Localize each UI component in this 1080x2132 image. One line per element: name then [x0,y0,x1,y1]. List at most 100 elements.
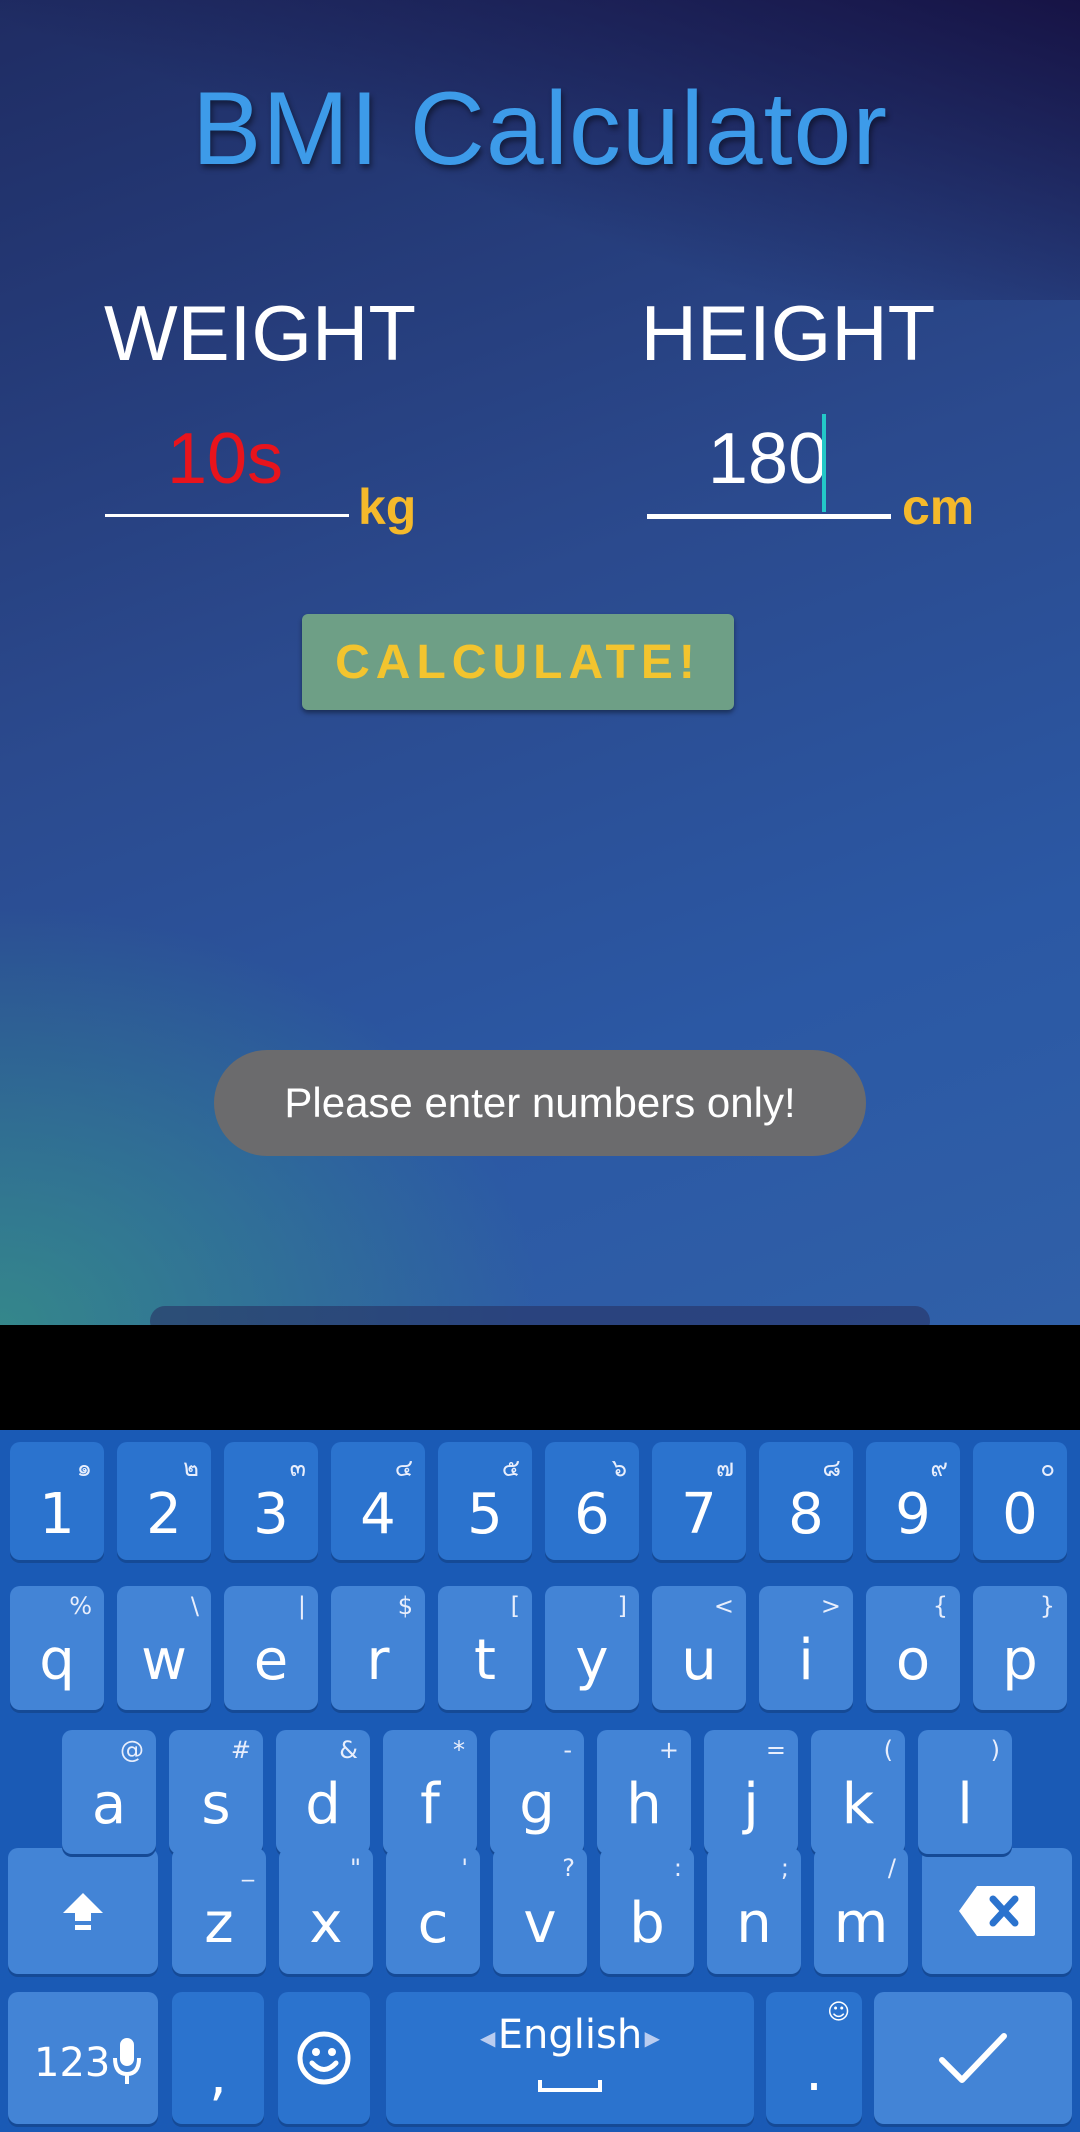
key-hint: * [453,1736,465,1764]
key-hint: ๕ [501,1454,520,1482]
key-label: p [1002,1628,1038,1694]
key-label: 3 [253,1481,289,1547]
key-f[interactable]: * f [383,1730,477,1854]
key-hint: } [1039,1592,1055,1620]
key-label: o [895,1628,931,1694]
language-left-arrow-icon: ◀ [480,2026,496,2050]
space-key[interactable]: English ◀ ▶ [386,1992,754,2124]
key-h[interactable]: + h [597,1730,691,1854]
key-s[interactable]: # s [169,1730,263,1854]
comma-key[interactable]: , [172,1992,264,2124]
key-a[interactable]: @ a [62,1730,156,1854]
key-hint: _ [242,1854,254,1882]
key-8[interactable]: ๘8 [759,1442,853,1560]
key-y[interactable]: ] y [545,1586,639,1710]
key-hint: { [932,1592,948,1620]
key-label: 5 [467,1481,503,1547]
weight-input-value[interactable]: 10s [105,418,345,500]
checkmark-icon [874,1992,1072,2124]
key-e[interactable]: | e [224,1586,318,1710]
key-hint: - [563,1736,572,1764]
key-k[interactable]: (k [811,1730,905,1854]
key-hint: ; [780,1854,789,1882]
key-w[interactable]: \ w [117,1586,211,1710]
key-1[interactable]: ๑1 [10,1442,104,1560]
weight-label: WEIGHT [104,289,416,377]
symbols-key[interactable]: 123 [8,1992,158,2124]
key-label: l [957,1772,973,1838]
text-cursor [822,414,826,512]
key-d[interactable]: & d [276,1730,370,1854]
key-0[interactable]: ๐0 [973,1442,1067,1560]
key-label: 9 [895,1481,931,1547]
key-hint: > [820,1592,841,1620]
key-9[interactable]: ๙9 [866,1442,960,1560]
backspace-icon [922,1848,1072,1974]
key-label: s [201,1772,231,1838]
key-hint: % [69,1592,92,1620]
language-right-arrow-icon: ▶ [644,2026,660,2050]
key-label: w [141,1628,187,1694]
key-hint: < [713,1592,734,1620]
toast-message: Please enter numbers only! [214,1050,866,1156]
key-z[interactable]: _ z [172,1848,266,1974]
key-m[interactable]: / m [814,1848,908,1974]
mic-icon [112,2036,142,2092]
key-2[interactable]: ๒2 [117,1442,211,1560]
key-3[interactable]: ๓3 [224,1442,318,1560]
key-label: h [626,1772,662,1838]
key-b[interactable]: :b [600,1848,694,1974]
weight-input-underline [105,514,349,517]
period-key[interactable]: ☺ . [766,1992,862,2124]
key-label: e [253,1628,289,1694]
key-n[interactable]: ; n [707,1848,801,1974]
key-hint: ๙ [930,1454,948,1482]
key-p[interactable]: } p [973,1586,1067,1710]
key-l[interactable]: ) l [918,1730,1012,1854]
key-i[interactable]: > i [759,1586,853,1710]
key-label: r [366,1628,390,1694]
key-label: f [420,1772,440,1838]
key-hint: = [765,1736,786,1764]
key-hint: ? [562,1854,575,1882]
key-label: m [833,1890,889,1956]
key-6[interactable]: ๖6 [545,1442,639,1560]
key-x[interactable]: " x [279,1848,373,1974]
key-label: z [204,1890,234,1956]
key-u[interactable]: < u [652,1586,746,1710]
key-t[interactable]: [t [438,1586,532,1710]
key-r[interactable]: $ r [331,1586,425,1710]
key-label: 8 [788,1481,824,1547]
key-label: 2 [146,1481,182,1547]
emoji-key[interactable] [278,1992,370,2124]
key-hint: ๒ [183,1454,199,1482]
key-hint: [ [510,1592,520,1620]
key-hint: ๘ [822,1454,841,1482]
key-hint: ' [461,1854,468,1882]
key-hint: ๑ [76,1454,92,1482]
key-q[interactable]: % q [10,1586,104,1710]
key-7[interactable]: ๗7 [652,1442,746,1560]
key-label: k [841,1772,875,1838]
key-label: u [681,1628,717,1694]
backspace-key[interactable] [922,1848,1072,1974]
enter-key[interactable] [874,1992,1072,2124]
space-bar-icon [538,2078,602,2098]
key-hint: $ [397,1592,413,1620]
key-label: c [417,1890,449,1956]
calculate-button[interactable]: CALCULATE! [302,614,734,710]
soft-keyboard: 123 , English ◀ ▶ ☺ . ๑1๒2๓3๔4๕5๖6๗7๘8๙9… [0,1430,1080,2132]
key-4[interactable]: ๔4 [331,1442,425,1560]
key-v[interactable]: ? v [493,1848,587,1974]
key-c[interactable]: ' c [386,1848,480,1974]
key-label: t [474,1628,496,1694]
page-title: BMI Calculator [192,71,888,187]
height-input-value[interactable]: 180 [648,418,888,500]
height-label: HEIGHT [640,289,936,377]
key-j[interactable]: = j [704,1730,798,1854]
key-o[interactable]: {o [866,1586,960,1710]
key-g[interactable]: -g [490,1730,584,1854]
key-5[interactable]: ๕5 [438,1442,532,1560]
shift-key[interactable] [8,1848,158,1974]
key-label: b [629,1890,665,1956]
